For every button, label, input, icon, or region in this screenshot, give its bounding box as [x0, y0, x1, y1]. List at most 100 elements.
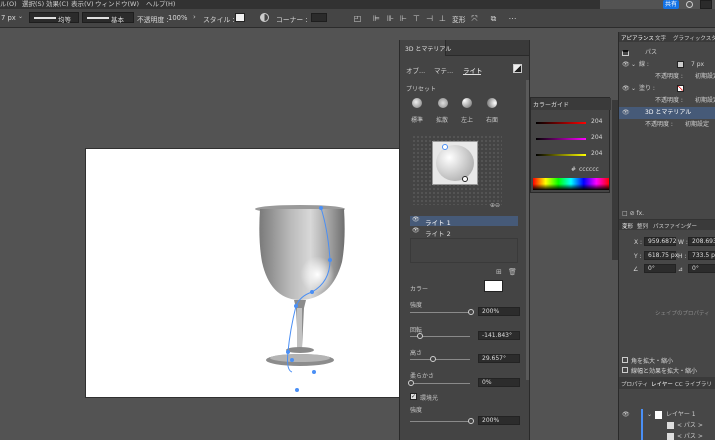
- menu-object[interactable]: ル(O): [0, 0, 17, 8]
- render-icon[interactable]: [513, 64, 522, 73]
- preset-right-icon[interactable]: [487, 98, 497, 108]
- scale-strokes-checkbox[interactable]: [622, 367, 628, 373]
- r-slider[interactable]: [536, 122, 586, 124]
- isolate-icon[interactable]: ⤧: [470, 14, 479, 23]
- share-button[interactable]: 共有: [663, 0, 679, 9]
- b-slider[interactable]: [536, 154, 586, 156]
- height-slider[interactable]: [410, 359, 470, 360]
- rotate-angle-value[interactable]: 0°: [644, 264, 676, 273]
- arrange-icon[interactable]: ⧉: [489, 14, 498, 23]
- light-widget[interactable]: [412, 135, 502, 205]
- scale-corners-checkbox[interactable]: [622, 357, 628, 363]
- ambient-intensity-value[interactable]: 200%: [478, 416, 520, 425]
- align-right-icon[interactable]: ⊩: [399, 14, 408, 23]
- preset-standard-icon[interactable]: [412, 98, 422, 108]
- stroke-size[interactable]: 7 px: [1, 14, 16, 22]
- add-light-icon[interactable]: ⊞: [496, 268, 502, 276]
- light-toggle-icon[interactable]: ⊕⊖: [490, 202, 500, 209]
- height-knob[interactable]: [430, 356, 436, 362]
- tab-align[interactable]: 整列: [637, 222, 648, 230]
- pathfinder-icon[interactable]: ◰: [353, 14, 362, 23]
- appearance-footer-icons[interactable]: □ ⊘ fx.: [622, 210, 644, 217]
- align-top-icon[interactable]: ⊤: [412, 14, 421, 23]
- panel-menu-icon[interactable]: ⋯: [508, 14, 517, 23]
- ambient-intensity-slider[interactable]: [410, 421, 470, 422]
- height-value[interactable]: 29.657°: [478, 354, 520, 363]
- tab-layers[interactable]: レイヤー: [651, 380, 673, 388]
- panel-tab-3d[interactable]: 3D とマテリアル: [405, 44, 451, 53]
- y-value[interactable]: 618.75 px: [644, 251, 678, 260]
- appearance-stroke-row[interactable]: 👁 ⌄ 線 : 7 px: [619, 59, 715, 71]
- r-value[interactable]: 204: [591, 118, 602, 125]
- align-center-icon[interactable]: ⊪: [386, 14, 395, 23]
- preset-top-left-icon[interactable]: [462, 98, 472, 108]
- variable-width-profile[interactable]: 均等: [29, 12, 79, 24]
- preset-diffuse-icon[interactable]: [438, 98, 448, 108]
- panel-scrollbar[interactable]: [526, 80, 529, 380]
- search-icon[interactable]: [686, 1, 693, 8]
- recolor-icon[interactable]: [260, 13, 269, 22]
- ambient-intensity-knob[interactable]: [468, 418, 474, 424]
- graphic-style-swatch[interactable]: [235, 13, 245, 22]
- rotation-value[interactable]: -141.843°: [478, 331, 520, 340]
- ambient-checkbox[interactable]: ✓: [410, 393, 417, 400]
- intensity-slider[interactable]: [410, 312, 470, 313]
- wine-glass-artwork[interactable]: [250, 200, 360, 395]
- eye-icon[interactable]: 👁: [412, 216, 420, 223]
- light-row-1[interactable]: 👁 ライト 1: [410, 216, 518, 227]
- align-left-icon[interactable]: ⊫: [372, 14, 381, 23]
- opacity-label[interactable]: 不透明度 :: [137, 14, 169, 24]
- softness-slider[interactable]: [410, 383, 470, 384]
- light-1-handle[interactable]: [442, 144, 448, 150]
- dock-collapse-bar[interactable]: [612, 100, 618, 260]
- appearance-effect-opacity-row[interactable]: 不透明度 : 初期設定: [619, 119, 715, 131]
- menu-effect[interactable]: 効果(C): [46, 0, 69, 8]
- light-color-swatch[interactable]: [484, 280, 503, 292]
- menu-select[interactable]: 選択(S): [22, 0, 44, 8]
- rotation-knob[interactable]: [417, 333, 423, 339]
- chevron-right-icon[interactable]: ›: [193, 13, 196, 21]
- tab-material[interactable]: マテ...: [434, 65, 453, 75]
- tab-character[interactable]: 文字: [655, 34, 666, 42]
- transform-label[interactable]: 変形: [452, 14, 466, 24]
- g-slider[interactable]: [536, 138, 586, 140]
- menu-view[interactable]: 表示(V): [71, 0, 94, 8]
- delete-light-icon[interactable]: 🗑: [508, 268, 517, 276]
- b-value[interactable]: 204: [591, 150, 602, 157]
- sublayer-row[interactable]: < パス >: [619, 431, 715, 440]
- tab-transform[interactable]: 変形: [622, 222, 633, 230]
- tab-object[interactable]: オブ...: [406, 65, 425, 75]
- menu-help[interactable]: ヘルプ(H): [146, 0, 175, 8]
- shear-value[interactable]: 0°: [688, 264, 715, 273]
- menu-window[interactable]: ウィンドウ(W): [95, 0, 139, 8]
- chevron-down-icon[interactable]: ⌄: [631, 83, 636, 95]
- appearance-fill-row[interactable]: 👁 ⌄ 塗り :: [619, 83, 715, 95]
- appearance-effect-row[interactable]: 👁 3D とマテリアル: [619, 107, 715, 119]
- tab-cc-libraries[interactable]: CC ライブラリ: [675, 380, 712, 388]
- align-bottom-icon[interactable]: ⊥: [438, 14, 447, 23]
- intensity-knob[interactable]: [468, 309, 474, 315]
- appearance-fill-opacity-row[interactable]: 不透明度 : 初期設定: [619, 95, 715, 107]
- w-value[interactable]: 208.6936: [688, 237, 715, 246]
- hex-value[interactable]: cccccc: [579, 166, 599, 173]
- tab-properties[interactable]: プロパティ: [621, 380, 648, 388]
- x-value[interactable]: 959.6872: [644, 237, 677, 246]
- eye-icon[interactable]: 👁: [622, 107, 630, 119]
- g-value[interactable]: 204: [591, 134, 602, 141]
- color-guide-title[interactable]: カラーガイド: [533, 100, 569, 109]
- tab-pathfinder[interactable]: パスファインダー: [653, 222, 697, 230]
- tab-appearance[interactable]: アピアランス: [621, 34, 654, 42]
- eye-icon[interactable]: 👁: [622, 59, 630, 71]
- stroke-swatch[interactable]: [677, 61, 684, 68]
- softness-knob[interactable]: [408, 380, 414, 386]
- corner-input[interactable]: [311, 13, 327, 22]
- intensity-value[interactable]: 200%: [478, 307, 520, 316]
- align-middle-icon[interactable]: ⊣: [425, 14, 434, 23]
- chevron-down-icon[interactable]: ⌄: [18, 13, 26, 22]
- brush-definition[interactable]: 基本: [82, 12, 134, 24]
- eye-icon[interactable]: 👁: [412, 227, 420, 234]
- light-2-handle[interactable]: [462, 176, 468, 182]
- color-spectrum[interactable]: [533, 178, 609, 190]
- appearance-stroke-opacity-row[interactable]: 不透明度 : 初期設定: [619, 71, 715, 83]
- chevron-down-icon[interactable]: ⌄: [631, 59, 636, 71]
